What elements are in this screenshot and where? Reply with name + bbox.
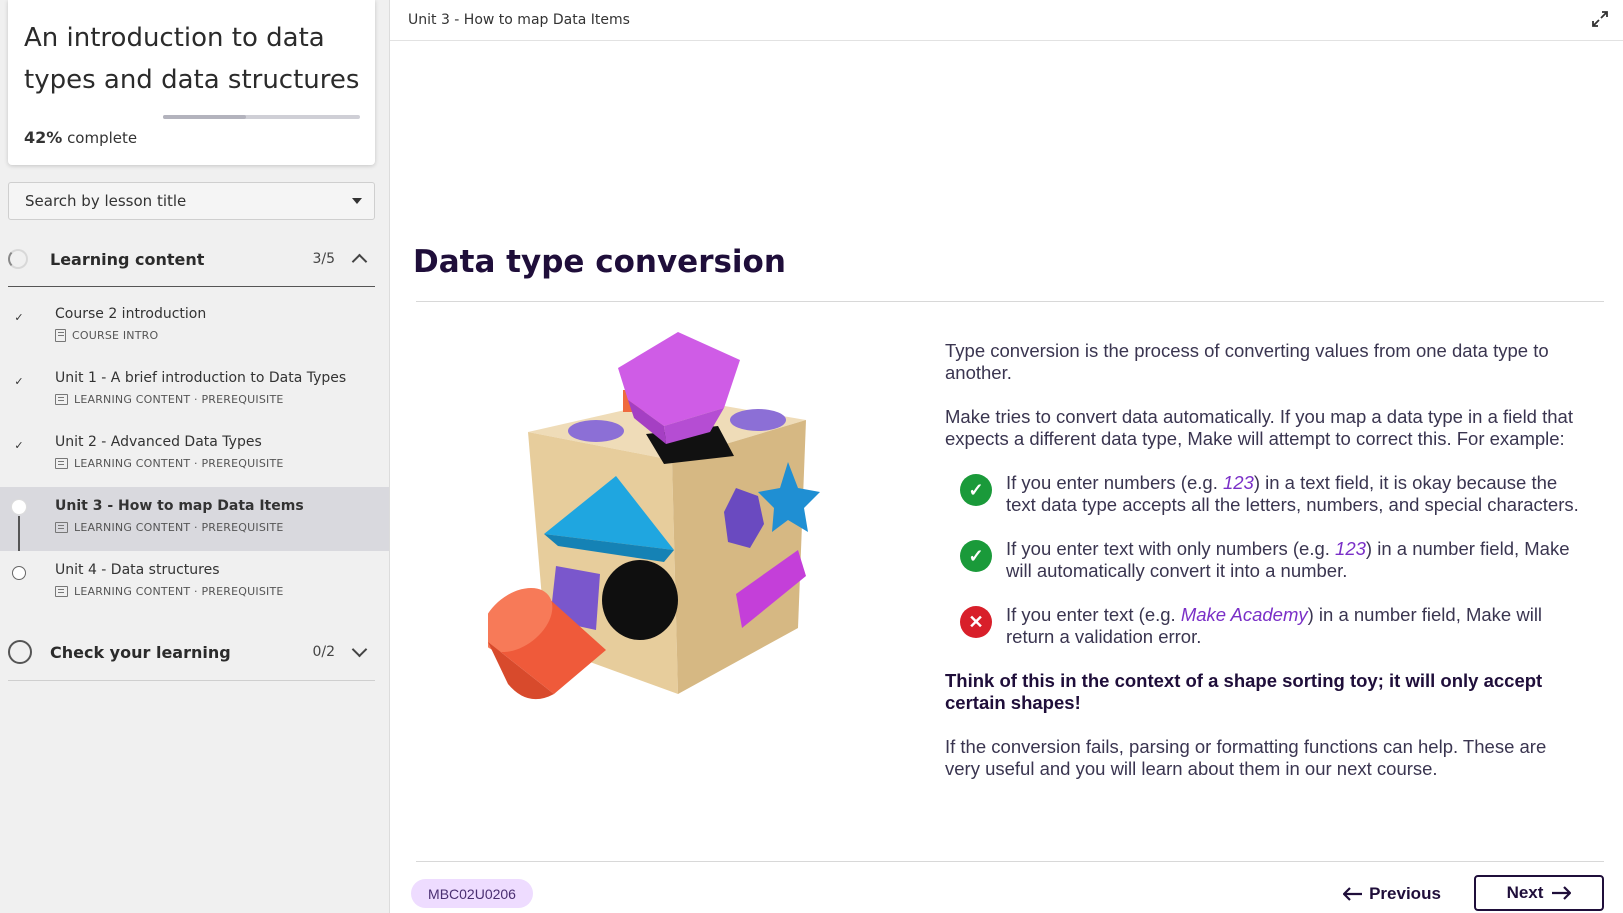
lesson-title: Course 2 introduction <box>55 306 207 322</box>
course-title: An introduction to data types and data s… <box>24 23 360 95</box>
check-icon: ✓ <box>14 311 24 324</box>
section-divider <box>8 680 375 681</box>
paragraph: If the conversion fails, parsing or form… <box>945 736 1547 779</box>
breadcrumb: Unit 3 - How to map Data Items <box>408 12 630 28</box>
lesson-item[interactable]: ✓ Course 2 introduction COURSE INTRO <box>0 295 389 359</box>
progress-bar <box>163 115 360 119</box>
expand-icon[interactable] <box>1591 10 1609 28</box>
check-icon: ✓ <box>960 540 992 572</box>
lesson-meta-text: LEARNING CONTENT · PREREQUISITE <box>74 585 284 598</box>
list-item: ✓ If you enter text with only numbers (e… <box>945 538 1585 582</box>
lesson-title: Unit 3 - How to map Data Items <box>55 498 304 514</box>
course-card: An introduction to data types and data s… <box>8 0 375 165</box>
lesson-item-current[interactable]: Unit 3 - How to map Data Items LEARNING … <box>0 487 389 551</box>
incomplete-circle-icon <box>12 566 26 580</box>
content-icon <box>55 522 68 533</box>
progress-text: 42% complete <box>24 128 137 147</box>
progress-suffix: complete <box>62 129 138 147</box>
section-count: 3/5 <box>312 251 335 267</box>
lesson-title: Unit 2 - Advanced Data Types <box>55 434 262 450</box>
list-item: ✓ If you enter numbers (e.g. 123) in a t… <box>945 472 1585 516</box>
x-icon: ✕ <box>960 606 992 638</box>
document-icon <box>55 329 66 342</box>
lesson-meta: COURSE INTRO <box>55 329 158 342</box>
progress-percent: 42% <box>24 128 63 147</box>
chevron-down-icon[interactable] <box>351 641 368 658</box>
content-icon <box>55 458 68 469</box>
item-text: If you enter text with only numbers (e.g… <box>1006 538 1336 559</box>
check-icon: ✓ <box>14 439 24 452</box>
lesson-connector <box>18 516 20 551</box>
section-title: Learning content <box>50 249 205 269</box>
section-title: Check your learning <box>50 642 231 662</box>
key-takeaway: Think of this in the context of a shape … <box>945 670 1543 713</box>
section-divider <box>8 286 375 287</box>
section-check-your-learning[interactable]: Check your learning 0/2 <box>8 632 375 672</box>
current-lesson-icon <box>11 499 27 515</box>
lesson-title: Unit 4 - Data structures <box>55 562 220 578</box>
paragraph: Type conversion is the process of conver… <box>945 340 1549 383</box>
lesson-meta-text: LEARNING CONTENT · PREREQUISITE <box>74 521 284 534</box>
lesson-item[interactable]: ✓ Unit 2 - Advanced Data Types LEARNING … <box>0 423 389 487</box>
chevron-up-icon[interactable] <box>351 253 368 270</box>
search-placeholder: Search by lesson title <box>25 192 187 210</box>
progress-fill <box>163 115 246 119</box>
lesson-meta: LEARNING CONTENT · PREREQUISITE <box>55 457 284 470</box>
item-text: If you enter text (e.g. <box>1006 604 1181 625</box>
section-learning-content[interactable]: Learning content 3/5 <box>8 239 375 279</box>
item-text: If you enter numbers (e.g. <box>1006 472 1223 493</box>
previous-label: Previous <box>1369 884 1441 903</box>
shape-sorter-illustration <box>488 332 820 700</box>
item-highlight: Make Academy <box>1180 604 1308 625</box>
lesson-meta: LEARNING CONTENT · PREREQUISITE <box>55 585 284 598</box>
lesson-item[interactable]: Unit 4 - Data structures LEARNING CONTEN… <box>0 551 389 615</box>
item-highlight: 123 <box>1335 538 1366 559</box>
caret-down-icon <box>352 198 362 204</box>
footer-divider <box>416 861 1604 862</box>
next-label: Next <box>1506 883 1544 902</box>
section-count: 0/2 <box>312 644 335 660</box>
lesson-connector <box>18 324 20 359</box>
lesson-list: ✓ Course 2 introduction COURSE INTRO ✓ U… <box>0 295 389 615</box>
page-title: Data type conversion <box>413 244 786 280</box>
lesson-body: Type conversion is the process of conver… <box>945 340 1585 802</box>
lesson-meta: LEARNING CONTENT · PREREQUISITE <box>55 521 284 534</box>
lesson-item[interactable]: ✓ Unit 1 - A brief introduction to Data … <box>0 359 389 423</box>
list-item: ✕ If you enter text (e.g. Make Academy) … <box>945 604 1585 648</box>
lesson-title: Unit 1 - A brief introduction to Data Ty… <box>55 370 347 386</box>
section-progress-icon <box>8 249 28 269</box>
arrow-right-icon <box>1552 886 1572 900</box>
lesson-code-badge: MBC02U0206 <box>411 879 533 908</box>
lesson-search-select[interactable]: Search by lesson title <box>8 182 375 220</box>
arrow-left-icon <box>1343 887 1363 901</box>
lesson-meta-text: COURSE INTRO <box>72 329 159 342</box>
check-icon: ✓ <box>960 474 992 506</box>
previous-button[interactable]: Previous <box>1340 879 1444 909</box>
next-button[interactable]: Next <box>1474 875 1604 911</box>
lesson-topbar: Unit 3 - How to map Data Items <box>390 0 1623 41</box>
content-icon <box>55 586 68 597</box>
item-highlight: 123 <box>1222 472 1254 493</box>
lesson-meta-text: LEARNING CONTENT · PREREQUISITE <box>74 393 284 406</box>
check-icon: ✓ <box>14 375 24 388</box>
section-progress-icon <box>8 640 32 664</box>
title-divider <box>416 301 1604 302</box>
lesson-meta: LEARNING CONTENT · PREREQUISITE <box>55 393 284 406</box>
paragraph: Make tries to convert data automatically… <box>945 406 1573 449</box>
sidebar: An introduction to data types and data s… <box>0 0 390 913</box>
content-icon <box>55 394 68 405</box>
lesson-meta-text: LEARNING CONTENT · PREREQUISITE <box>74 457 284 470</box>
